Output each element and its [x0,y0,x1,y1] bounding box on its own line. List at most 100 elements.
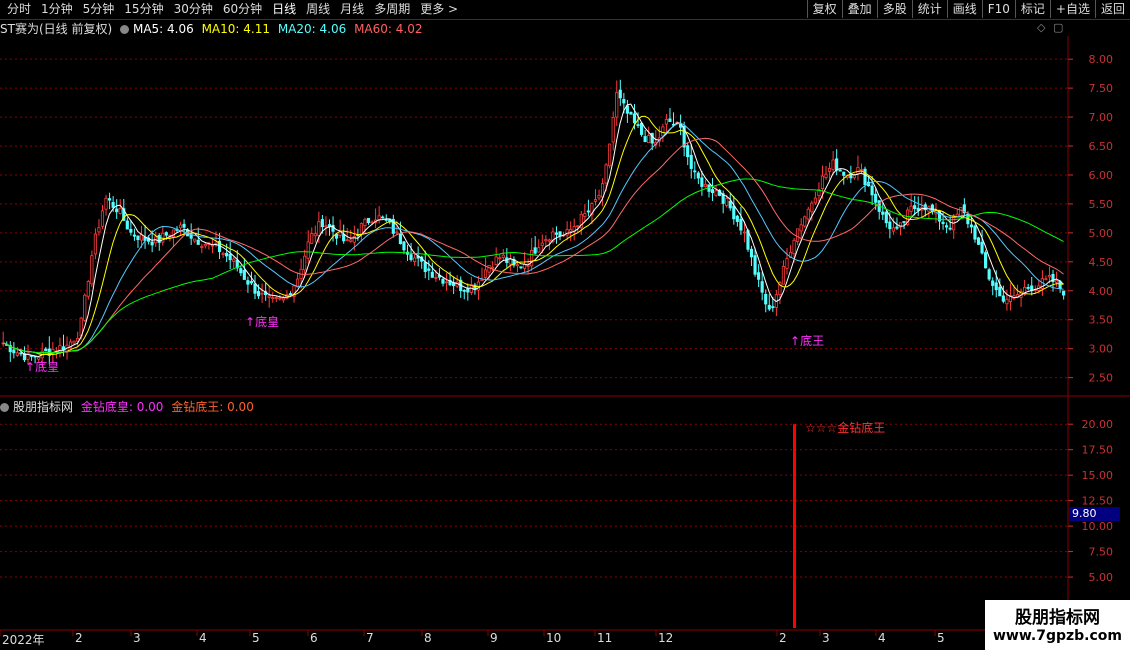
candle-up [352,236,356,243]
ma60-line [2,178,1064,354]
y-tick-label: 17.50 [1082,444,1114,457]
y-tick-label: 15.00 [1082,469,1114,482]
candle-down [969,224,973,228]
kline-chart[interactable]: 8.00 7.50 7.00 6.50 6.00 5.50 5.00 4.50 4.00 3.50… [0,0,1130,650]
y-tick-label: 3.00 [1089,343,1114,356]
x-tick-label: 5 [937,631,945,645]
candle-up [281,297,285,301]
candle-down [320,219,324,228]
candle-up [852,174,856,179]
x-tick-label: 2 [779,631,787,645]
candle-down [987,269,991,280]
candle-up [810,202,814,213]
candle-up [193,238,197,242]
candle-up [611,117,615,143]
candle-up [494,256,498,265]
candle-up [820,175,825,190]
candle-down [980,241,984,254]
indicator-legend: 股朋指标网 金钻底皇: 0.00 金钻底王: 0.00 [0,398,258,415]
candle-down [1026,286,1030,289]
candle-down [636,124,640,127]
collapse-icon[interactable] [0,403,9,412]
candle-down [253,283,257,294]
candle-down [342,234,346,242]
candle-down [44,348,48,352]
candle-up [796,228,800,242]
candle-down [398,233,402,245]
candle-up [959,207,963,217]
candle-up [792,239,796,255]
candle-up [93,233,97,255]
signal-label: ☆☆☆金钻底王 [805,421,886,435]
candle-down [902,221,906,223]
candle-down [402,241,406,251]
candle-down [753,255,757,275]
marker-label: 底皇 [255,315,280,329]
candle-down [945,225,949,228]
candle-up [522,264,527,269]
diamond-icon[interactable]: ◇ [1037,21,1045,34]
candle-up [274,297,278,299]
candle-down [764,293,768,305]
candle-up [799,224,803,232]
candle-up [781,266,786,285]
candle-up [345,239,349,242]
y-tick-label: 4.50 [1089,256,1114,269]
candle-down [618,89,622,99]
candle-down [409,254,413,261]
signal-bar [793,424,796,628]
candle-up [72,340,76,344]
candle-up [714,190,718,196]
candle-down [771,306,775,309]
candle-down [519,266,523,269]
candle-up [909,205,913,212]
candle-down [441,278,445,284]
indicator-title[interactable]: 股朋指标网 [13,400,73,414]
y-tick-label: 3.50 [1089,314,1114,327]
x-tick-label: 3 [822,631,830,645]
candle-down [689,154,693,169]
candle-down [366,217,371,224]
x-tick-label: 2022年 [2,633,45,647]
candle-down [164,232,168,236]
candle-down [696,172,700,179]
y-tick-label: 10.00 [1082,520,1114,533]
series2-value: 金钻底王: 0.00 [171,400,254,414]
collapse-icon[interactable] [119,25,129,34]
candle-down [462,289,466,292]
candle-down [1062,290,1066,296]
candle-down [973,225,977,240]
candle-up [725,198,729,206]
candle-up [210,244,214,247]
x-tick-label: 8 [424,631,432,645]
candle-down [884,211,888,224]
candle-down [632,113,637,124]
candle-down [686,145,690,158]
main-legend: ST赛为(日线 前复权) MA5: 4.06 MA10: 4.11 MA20: … [0,20,427,37]
candle-up [1054,280,1059,283]
candle-up [232,258,236,262]
candle-down [427,268,431,271]
candle-down [710,189,715,194]
y-tick-label: 7.00 [1089,111,1114,124]
candle-down [228,253,232,261]
window-icon[interactable]: ▢ [1053,21,1063,34]
candle-up [90,255,94,285]
candle-down [735,215,739,222]
candle-down [132,234,136,237]
x-tick-label: 2 [75,631,83,645]
candle-up [1047,275,1052,278]
candle-up [824,173,828,178]
candle-down [622,99,626,104]
candle-up [83,294,87,321]
candle-up [303,255,307,271]
marker-label: 底皇 [35,360,60,374]
y-tick-label: 6.00 [1089,169,1114,182]
stock-title[interactable]: ST赛为(日线 前复权) [0,22,112,36]
candle-up [515,264,520,267]
candle-down [913,205,917,210]
candle-down [256,291,261,297]
candle-up [508,259,512,265]
candle-down [941,221,945,224]
ma5-line [2,103,1064,358]
